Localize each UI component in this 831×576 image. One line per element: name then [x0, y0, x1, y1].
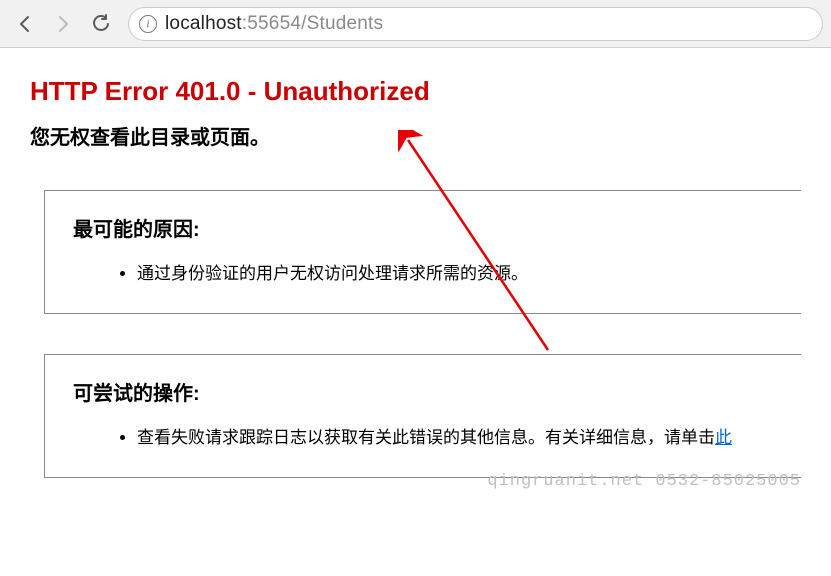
error-subtitle: 您无权查看此目录或页面。 [30, 121, 801, 150]
url-text: localhost:55654/Students [165, 13, 383, 35]
actions-section: 可尝试的操作: 查看失败请求跟踪日志以获取有关此错误的其他信息。有关详细信息，请… [44, 354, 801, 478]
browser-toolbar: i localhost:55654/Students [0, 0, 831, 48]
forward-button[interactable] [46, 7, 80, 41]
page-content: HTTP Error 401.0 - Unauthorized 您无权查看此目录… [0, 48, 831, 478]
causes-heading: 最可能的原因: [73, 213, 773, 242]
causes-section: 最可能的原因: 通过身份验证的用户无权访问处理请求所需的资源。 [44, 190, 801, 314]
site-info-icon[interactable]: i [139, 15, 157, 33]
url-port: :55654 [242, 13, 301, 34]
cause-item: 通过身份验证的用户无权访问处理请求所需的资源。 [137, 260, 773, 287]
actions-heading: 可尝试的操作: [73, 377, 773, 406]
action-text: 查看失败请求跟踪日志以获取有关此错误的其他信息。有关详细信息，请单击 [137, 428, 715, 447]
url-host: localhost [165, 13, 242, 34]
error-title: HTTP Error 401.0 - Unauthorized [30, 76, 801, 107]
action-item: 查看失败请求跟踪日志以获取有关此错误的其他信息。有关详细信息，请单击此 [137, 424, 773, 451]
url-path: /Students [301, 13, 383, 34]
back-button[interactable] [8, 7, 42, 41]
reload-button[interactable] [84, 7, 118, 41]
address-bar[interactable]: i localhost:55654/Students [128, 7, 823, 41]
action-link[interactable]: 此 [715, 428, 732, 447]
